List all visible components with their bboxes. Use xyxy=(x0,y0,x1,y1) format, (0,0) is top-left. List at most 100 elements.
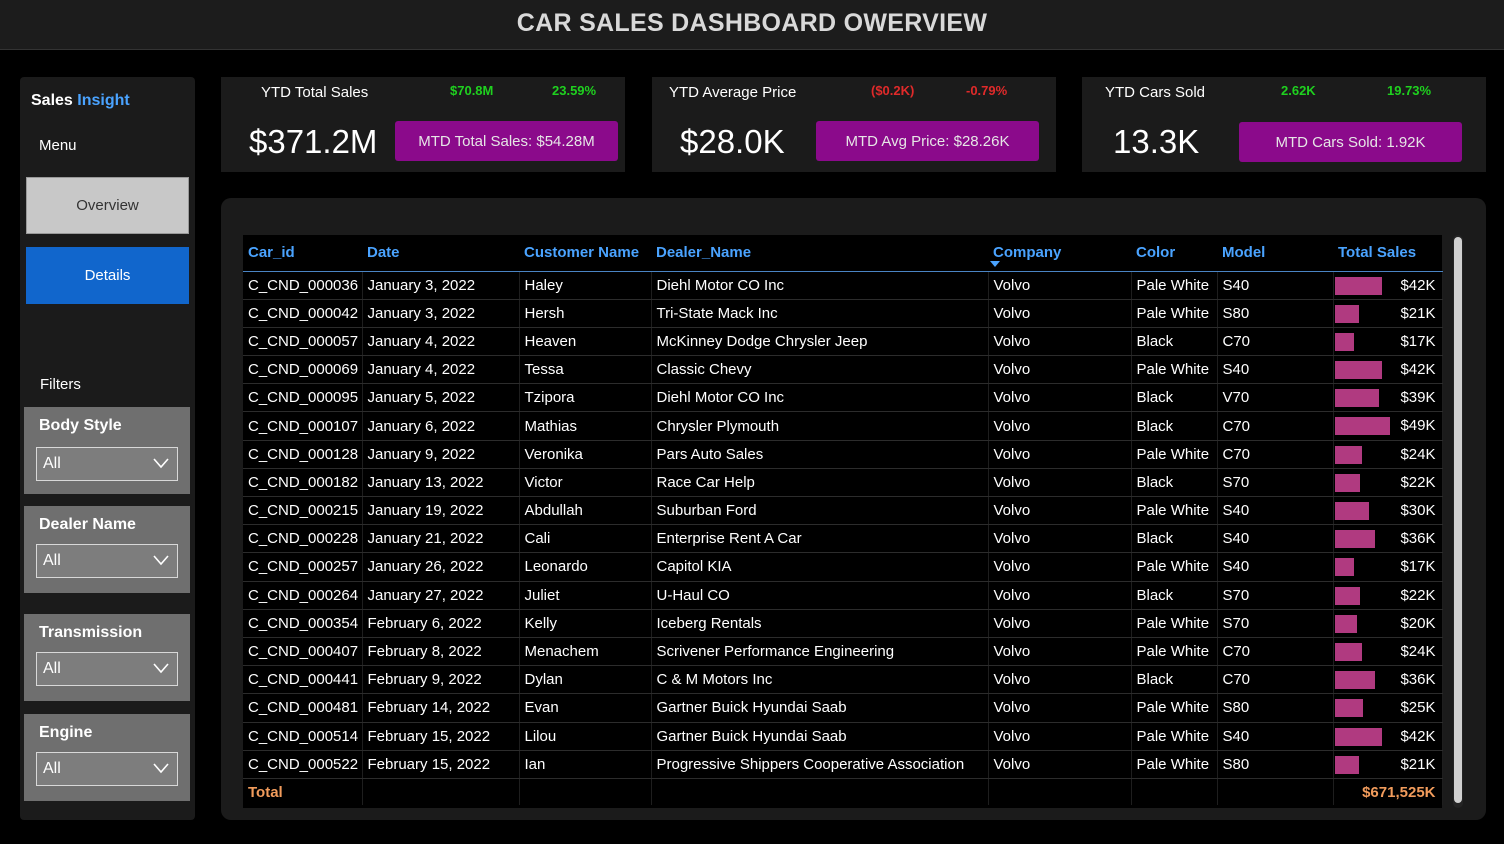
table-row[interactable]: C_CND_000441 February 9, 2022 Dylan C & M M… xyxy=(243,665,1443,695)
table-row[interactable]: C_CND_000057 January 4, 2022 Heaven McKinne… xyxy=(243,327,1443,357)
cell-color: Pale White xyxy=(1131,609,1218,638)
table-row[interactable]: C_CND_000481 February 14, 2022 Evan Gartner… xyxy=(243,693,1443,723)
cell-company: Volvo xyxy=(988,581,1132,610)
table-row[interactable]: C_CND_000514 February 15, 2022 Lilou Gartne… xyxy=(243,722,1443,751)
cell-company: Volvo xyxy=(988,327,1132,357)
scrollbar-thumb[interactable] xyxy=(1454,237,1462,803)
body-style-dropdown[interactable]: All xyxy=(36,447,178,481)
cell-customer-name: Tzipora xyxy=(519,383,652,413)
table-row[interactable]: C_CND_000128 January 9, 2022 Veronika Pars … xyxy=(243,440,1443,469)
dealer-name-dropdown[interactable]: All xyxy=(36,544,178,578)
sales-data-bar xyxy=(1334,304,1359,323)
table-row[interactable]: C_CND_000264 January 27, 2022 Juliet U-Haul… xyxy=(243,581,1443,610)
cell-company: Volvo xyxy=(988,693,1132,723)
cell-dealer-name: Diehl Motor CO Inc xyxy=(651,271,989,300)
cell-color: Black xyxy=(1131,383,1218,413)
table-header-row: Car_id Date Customer Name Dealer_Name Co… xyxy=(243,235,1442,272)
cell-model: C70 xyxy=(1217,411,1334,441)
column-header-total-sales[interactable]: Total Sales xyxy=(1333,235,1442,272)
sales-data-bar xyxy=(1334,332,1354,351)
cell-total-sales: $30K xyxy=(1333,496,1443,526)
table-row[interactable]: C_CND_000095 January 5, 2022 Tzipora Diehl … xyxy=(243,383,1443,413)
table-row[interactable]: C_CND_000407 February 8, 2022 Menachem Scri… xyxy=(243,637,1443,667)
cell-car-id: C_CND_000057 xyxy=(243,327,363,357)
table-row[interactable]: C_CND_000215 January 19, 2022 Abdullah Subu… xyxy=(243,496,1443,526)
sales-data-bar xyxy=(1334,642,1362,661)
cell-color: Pale White xyxy=(1131,440,1218,469)
page-title: CAR SALES DASHBOARD OWERVIEW xyxy=(516,9,988,37)
sales-data-bar xyxy=(1334,755,1359,774)
dropdown-value: All xyxy=(43,552,61,569)
sales-value-label: $39K xyxy=(1400,389,1436,407)
cell-model: S80 xyxy=(1217,693,1334,723)
cell-date: January 3, 2022 xyxy=(362,271,520,300)
table-row[interactable]: C_CND_000257 January 26, 2022 Leonardo Capi… xyxy=(243,552,1443,582)
cell-customer-name: Victor xyxy=(519,468,652,498)
cell-company: Volvo xyxy=(988,299,1132,328)
table-row[interactable]: C_CND_000036 January 3, 2022 Haley Diehl Mo… xyxy=(243,271,1443,300)
sales-value-label: $17K xyxy=(1400,558,1436,576)
column-header-company[interactable]: Company xyxy=(988,235,1131,272)
filters-label: Filters xyxy=(40,376,81,393)
column-header-customer-name[interactable]: Customer Name xyxy=(519,235,651,272)
cell-car-id: C_CND_000128 xyxy=(243,440,363,469)
column-header-dealer-name[interactable]: Dealer_Name xyxy=(651,235,988,272)
cell-date: January 26, 2022 xyxy=(362,552,520,582)
engine-dropdown[interactable]: All xyxy=(36,752,178,786)
kpi-card-cars-sold: YTD Cars Sold 2.62K 19.73% 13.3K MTD Car… xyxy=(1082,77,1486,172)
sales-data-bar xyxy=(1334,276,1382,295)
cell-company: Volvo xyxy=(988,524,1132,554)
mtd-total-sales-button[interactable]: MTD Total Sales: $54.28M xyxy=(395,121,618,161)
cell-dealer-name: Scrivener Performance Engineering xyxy=(651,637,989,667)
table-scrollbar[interactable] xyxy=(1453,235,1463,808)
cell-date: February 14, 2022 xyxy=(362,693,520,723)
kpi-label: YTD Average Price xyxy=(669,84,797,101)
table-row[interactable]: C_CND_000354 February 6, 2022 Kelly Iceberg… xyxy=(243,609,1443,638)
table-row[interactable]: C_CND_000182 January 13, 2022 Victor Race C… xyxy=(243,468,1443,498)
mtd-cars-sold-button[interactable]: MTD Cars Sold: 1.92K xyxy=(1239,122,1462,162)
sales-value-label: $25K xyxy=(1400,699,1436,717)
table-row[interactable]: C_CND_000042 January 3, 2022 Hersh Tri-Stat… xyxy=(243,299,1443,328)
table-row[interactable]: C_CND_000522 February 15, 2022 Ian Progress… xyxy=(243,750,1443,779)
cell-color: Black xyxy=(1131,327,1218,357)
cell-date: January 5, 2022 xyxy=(362,383,520,413)
cell-total-sales: $17K xyxy=(1333,552,1443,582)
cell-customer-name: Tessa xyxy=(519,355,652,385)
sales-value-label: $36K xyxy=(1400,671,1436,689)
cell-total-sales: $36K xyxy=(1333,524,1443,554)
kpi-value: $28.0K xyxy=(680,123,785,160)
cell-car-id: C_CND_000036 xyxy=(243,271,363,300)
kpi-value: $371.2M xyxy=(249,123,378,160)
cell-total-sales: $42K xyxy=(1333,722,1443,751)
table-row[interactable]: C_CND_000069 January 4, 2022 Tessa Classic … xyxy=(243,355,1443,385)
cell-total-sales: $22K xyxy=(1333,581,1443,610)
cell-color: Pale White xyxy=(1131,299,1218,328)
column-header-date[interactable]: Date xyxy=(362,235,519,272)
cell-customer-name: Ian xyxy=(519,750,652,779)
details-nav-button[interactable]: Details xyxy=(26,247,189,304)
column-header-car-id[interactable]: Car_id xyxy=(243,235,362,272)
sales-data-bar xyxy=(1334,361,1382,380)
table-row[interactable]: C_CND_000107 January 6, 2022 Mathias Chrysl… xyxy=(243,411,1443,441)
cell-model: S80 xyxy=(1217,299,1334,328)
column-header-color[interactable]: Color xyxy=(1131,235,1217,272)
overview-nav-button[interactable]: Overview xyxy=(26,177,189,234)
cell-dealer-name: Pars Auto Sales xyxy=(651,440,989,469)
kpi-card-total-sales: YTD Total Sales $70.8M 23.59% $371.2M MT… xyxy=(221,77,625,172)
sales-data-bar xyxy=(1334,699,1363,718)
column-header-model[interactable]: Model xyxy=(1217,235,1333,272)
sales-value-label: $30K xyxy=(1400,502,1436,519)
cell-company: Volvo xyxy=(988,722,1132,751)
mtd-avg-price-button[interactable]: MTD Avg Price: $28.26K xyxy=(816,121,1039,161)
cell-customer-name: Abdullah xyxy=(519,496,652,526)
table-row[interactable]: C_CND_000228 January 21, 2022 Cali Enterpri… xyxy=(243,524,1443,554)
cell-date: January 19, 2022 xyxy=(362,496,520,526)
cell-company: Volvo xyxy=(988,468,1132,498)
sales-data-bar xyxy=(1334,727,1382,746)
cell-date: February 15, 2022 xyxy=(362,722,520,751)
transmission-dropdown[interactable]: All xyxy=(36,652,178,686)
sidebar: Sales Insight Menu Overview Details Filt… xyxy=(20,77,195,820)
cell-customer-name: Hersh xyxy=(519,299,652,328)
cell-total-sales: $21K xyxy=(1333,750,1443,779)
sales-value-label: $42K xyxy=(1400,276,1436,294)
